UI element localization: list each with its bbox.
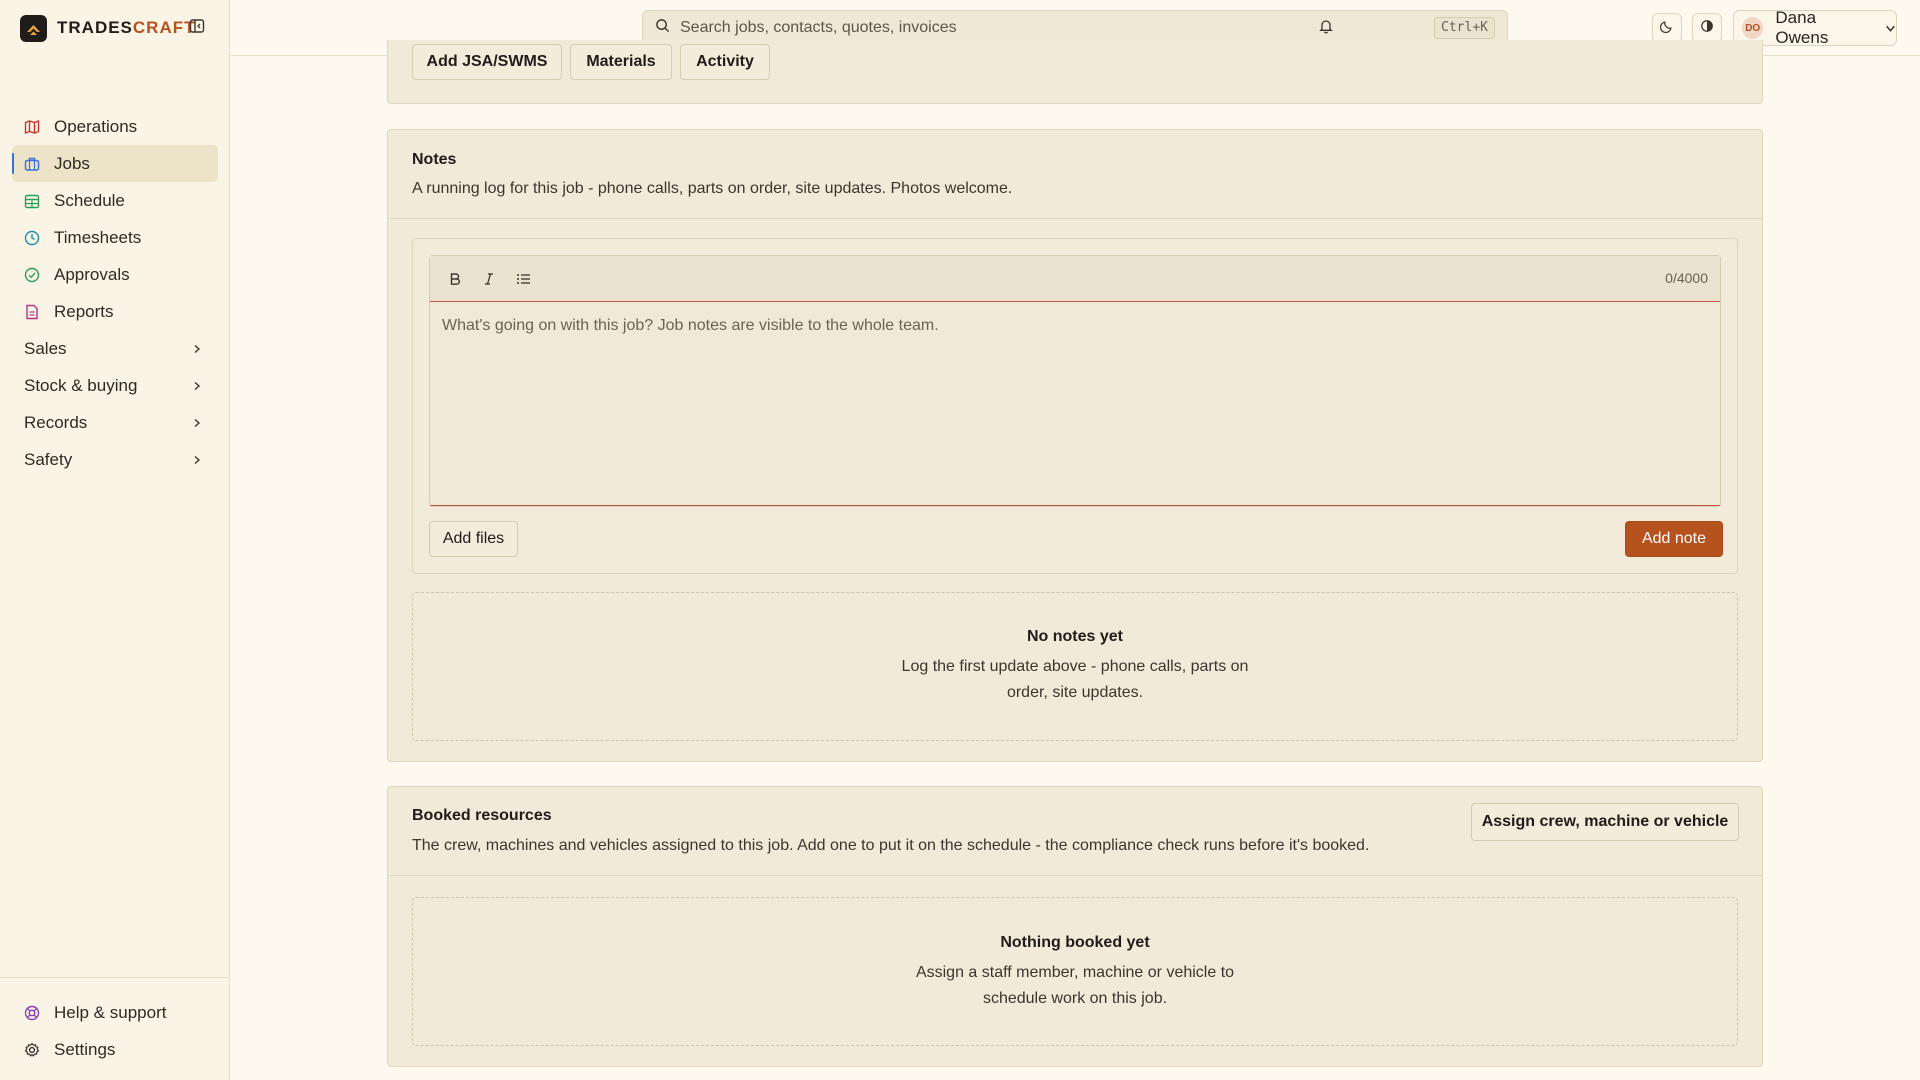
user-name: Dana Owens [1775,8,1829,47]
sidebar-item-timesheets[interactable]: Timesheets [12,219,218,256]
sidebar-item-label: Help & support [54,1002,167,1022]
clock-icon [24,230,40,246]
calendar-icon [24,193,40,209]
sidebar-item-approvals[interactable]: Approvals [12,256,218,293]
italic-icon[interactable] [480,270,498,288]
notifications-button[interactable] [1311,13,1341,43]
editor-toolbar: 0/4000 [430,256,1720,302]
collapse-sidebar-icon[interactable] [189,18,207,36]
sidebar-group-label: Safety [24,449,73,469]
map-icon [24,119,40,135]
sidebar-item-reports[interactable]: Reports [12,293,218,330]
empty-state-line: schedule work on this job. [982,990,1168,1007]
sidebar-item-settings[interactable]: Settings [12,1031,217,1068]
resources-title: Booked resources [412,807,552,824]
divider [388,875,1762,876]
notes-title: Notes [412,151,457,168]
gear-icon [24,1042,40,1058]
contrast-toggle[interactable] [1692,13,1722,43]
chevron-right-icon [192,376,202,396]
sidebar-group-label: Records [24,412,88,432]
sidebar-group-safety[interactable]: Safety [12,441,218,478]
sidebar-item-label: Jobs [54,153,90,173]
bell-icon [1318,18,1334,39]
add-note-button[interactable]: Add note [1625,521,1723,557]
resources-description: The crew, machines and vehicles assigned… [412,837,1370,854]
sidebar-group-label: Sales [24,338,67,358]
check-circle-icon [24,267,40,283]
chevron-right-icon [192,450,202,470]
empty-state-description: Assign a staff member, machine or vehicl… [413,960,1737,1012]
tab-activity[interactable]: Activity [680,44,770,80]
empty-state-line: order, site updates. [1006,684,1144,701]
empty-state-line: Assign a staff member, machine or vehicl… [915,964,1235,981]
dark-mode-toggle[interactable] [1652,13,1682,43]
chevron-right-icon [192,339,202,359]
note-editor: 0/4000 What's going on with this job? Jo… [429,255,1721,507]
sidebar-item-label: Schedule [54,190,125,210]
sidebar-nav: Operations Jobs Schedule Timesheets Appr… [12,108,218,478]
bold-icon[interactable] [446,270,464,288]
avatar: DO [1742,17,1764,39]
brand[interactable]: TRADESCRAFT [20,14,196,42]
sidebar-group-records[interactable]: Records [12,404,218,441]
sidebar: TRADESCRAFT Operations Jobs Schedule Tim… [0,0,230,1080]
sidebar-item-label: Settings [54,1039,116,1059]
moon-icon [1659,18,1674,38]
bullet-list-icon[interactable] [514,270,532,288]
booked-resources-card: Booked resources The crew, machines and … [387,786,1763,1067]
tab-materials[interactable]: Materials [570,44,672,80]
job-actions-card: Add JSA/SWMS Materials Activity [387,40,1763,104]
search-input[interactable]: Search jobs, contacts, quotes, invoices [680,19,957,37]
sidebar-group-stock-buying[interactable]: Stock & buying [12,367,218,404]
briefcase-icon [24,156,40,172]
empty-state-description: Log the first update above - phone calls… [413,654,1737,706]
contrast-icon [1700,18,1714,38]
chevron-down-icon [1885,23,1896,34]
add-files-button[interactable]: Add files [429,521,518,557]
search-shortcut-badge: Ctrl+K [1434,17,1495,39]
notes-description: A running log for this job - phone calls… [412,180,1013,197]
sidebar-item-jobs[interactable]: Jobs [12,145,218,182]
sidebar-item-label: Operations [54,116,138,136]
brand-logo-icon [20,14,47,42]
report-icon [24,304,40,320]
notes-empty-state: No notes yet Log the first update above … [412,592,1738,741]
lifebuoy-icon [24,1005,40,1021]
sidebar-item-label: Timesheets [54,227,142,247]
sidebar-footer: Help & support Settings [0,977,229,1080]
sidebar-group-sales[interactable]: Sales [12,330,218,367]
add-jsa-swms-button[interactable]: Add JSA/SWMS [412,44,562,80]
sidebar-item-schedule[interactable]: Schedule [12,182,218,219]
brand-name: TRADESCRAFT [57,18,196,37]
assign-resource-button[interactable]: Assign crew, machine or vehicle [1471,803,1739,841]
empty-state-title: No notes yet [1026,628,1123,645]
divider [388,218,1762,219]
note-composer: 0/4000 What's going on with this job? Jo… [412,238,1738,574]
empty-state-line: Log the first update above - phone calls… [901,658,1249,675]
resources-empty-state: Nothing booked yet Assign a staff member… [412,897,1738,1046]
note-textarea[interactable]: What's going on with this job? Job notes… [430,302,1720,506]
empty-state-title: Nothing booked yet [1000,934,1150,951]
character-counter: 0/4000 [1665,270,1708,286]
sidebar-group-label: Stock & buying [24,375,138,395]
sidebar-item-operations[interactable]: Operations [12,108,218,145]
search-icon [655,18,670,38]
sidebar-item-label: Approvals [54,264,130,284]
notes-card: Notes A running log for this job - phone… [387,129,1763,762]
sidebar-item-label: Reports [54,301,114,321]
sidebar-item-help-support[interactable]: Help & support [12,994,217,1031]
chevron-right-icon [192,413,202,433]
